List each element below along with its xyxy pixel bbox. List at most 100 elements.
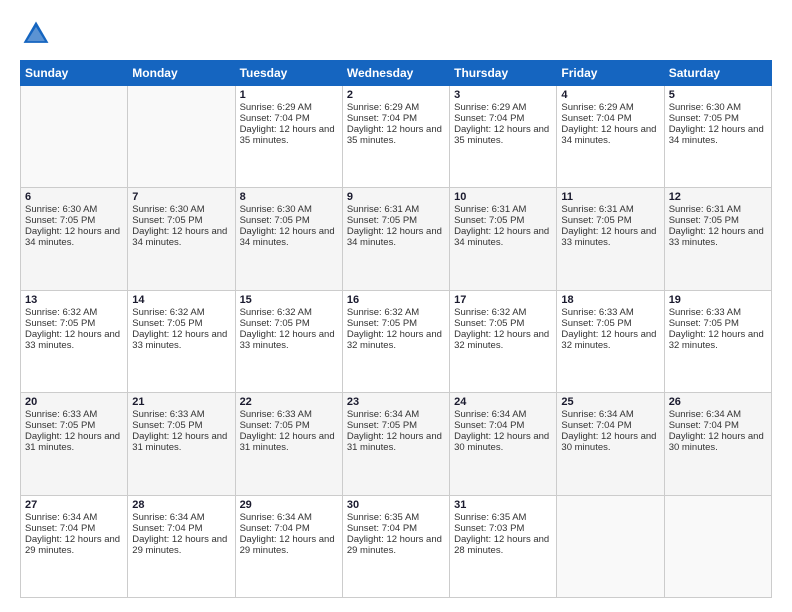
daylight-text: Daylight: 12 hours and 32 minutes.: [669, 329, 767, 351]
sunrise-text: Sunrise: 6:30 AM: [669, 102, 767, 113]
day-number: 29: [240, 499, 338, 511]
sunset-text: Sunset: 7:04 PM: [454, 420, 552, 431]
sunset-text: Sunset: 7:05 PM: [240, 215, 338, 226]
week-row: 6Sunrise: 6:30 AMSunset: 7:05 PMDaylight…: [21, 188, 772, 290]
sunset-text: Sunset: 7:05 PM: [561, 318, 659, 329]
day-number: 30: [347, 499, 445, 511]
calendar-cell: 5Sunrise: 6:30 AMSunset: 7:05 PMDaylight…: [664, 86, 771, 188]
day-number: 12: [669, 191, 767, 203]
day-number: 7: [132, 191, 230, 203]
header: [20, 18, 772, 50]
daylight-text: Daylight: 12 hours and 35 minutes.: [454, 124, 552, 146]
calendar-cell: 21Sunrise: 6:33 AMSunset: 7:05 PMDayligh…: [128, 393, 235, 495]
daylight-text: Daylight: 12 hours and 33 minutes.: [561, 226, 659, 248]
sunrise-text: Sunrise: 6:33 AM: [561, 307, 659, 318]
day-number: 4: [561, 89, 659, 101]
sunset-text: Sunset: 7:05 PM: [347, 215, 445, 226]
calendar-cell: 9Sunrise: 6:31 AMSunset: 7:05 PMDaylight…: [342, 188, 449, 290]
daylight-text: Daylight: 12 hours and 30 minutes.: [669, 431, 767, 453]
header-day: Friday: [557, 61, 664, 86]
calendar-cell: 8Sunrise: 6:30 AMSunset: 7:05 PMDaylight…: [235, 188, 342, 290]
calendar-cell: 27Sunrise: 6:34 AMSunset: 7:04 PMDayligh…: [21, 495, 128, 597]
calendar-cell: 19Sunrise: 6:33 AMSunset: 7:05 PMDayligh…: [664, 290, 771, 392]
sunset-text: Sunset: 7:05 PM: [454, 318, 552, 329]
day-number: 10: [454, 191, 552, 203]
calendar-cell: 28Sunrise: 6:34 AMSunset: 7:04 PMDayligh…: [128, 495, 235, 597]
week-row: 20Sunrise: 6:33 AMSunset: 7:05 PMDayligh…: [21, 393, 772, 495]
sunrise-text: Sunrise: 6:34 AM: [454, 409, 552, 420]
day-number: 6: [25, 191, 123, 203]
week-row: 13Sunrise: 6:32 AMSunset: 7:05 PMDayligh…: [21, 290, 772, 392]
daylight-text: Daylight: 12 hours and 30 minutes.: [454, 431, 552, 453]
calendar-cell: 3Sunrise: 6:29 AMSunset: 7:04 PMDaylight…: [450, 86, 557, 188]
sunrise-text: Sunrise: 6:33 AM: [132, 409, 230, 420]
sunrise-text: Sunrise: 6:32 AM: [454, 307, 552, 318]
sunrise-text: Sunrise: 6:29 AM: [454, 102, 552, 113]
sunrise-text: Sunrise: 6:34 AM: [25, 512, 123, 523]
sunrise-text: Sunrise: 6:32 AM: [132, 307, 230, 318]
sunrise-text: Sunrise: 6:33 AM: [240, 409, 338, 420]
calendar-cell: 13Sunrise: 6:32 AMSunset: 7:05 PMDayligh…: [21, 290, 128, 392]
calendar-cell: 26Sunrise: 6:34 AMSunset: 7:04 PMDayligh…: [664, 393, 771, 495]
day-number: 11: [561, 191, 659, 203]
sunrise-text: Sunrise: 6:34 AM: [669, 409, 767, 420]
header-day: Saturday: [664, 61, 771, 86]
day-number: 1: [240, 89, 338, 101]
sunrise-text: Sunrise: 6:31 AM: [454, 204, 552, 215]
sunset-text: Sunset: 7:03 PM: [454, 523, 552, 534]
day-number: 27: [25, 499, 123, 511]
header-day: Wednesday: [342, 61, 449, 86]
day-number: 3: [454, 89, 552, 101]
day-number: 13: [25, 294, 123, 306]
sunset-text: Sunset: 7:04 PM: [132, 523, 230, 534]
daylight-text: Daylight: 12 hours and 30 minutes.: [561, 431, 659, 453]
sunrise-text: Sunrise: 6:33 AM: [25, 409, 123, 420]
daylight-text: Daylight: 12 hours and 29 minutes.: [132, 534, 230, 556]
daylight-text: Daylight: 12 hours and 34 minutes.: [132, 226, 230, 248]
daylight-text: Daylight: 12 hours and 34 minutes.: [561, 124, 659, 146]
calendar-cell: 23Sunrise: 6:34 AMSunset: 7:05 PMDayligh…: [342, 393, 449, 495]
sunset-text: Sunset: 7:04 PM: [561, 113, 659, 124]
day-number: 14: [132, 294, 230, 306]
calendar-cell: 14Sunrise: 6:32 AMSunset: 7:05 PMDayligh…: [128, 290, 235, 392]
sunset-text: Sunset: 7:05 PM: [347, 318, 445, 329]
sunset-text: Sunset: 7:05 PM: [454, 215, 552, 226]
day-number: 8: [240, 191, 338, 203]
sunset-text: Sunset: 7:05 PM: [240, 420, 338, 431]
calendar-cell: 29Sunrise: 6:34 AMSunset: 7:04 PMDayligh…: [235, 495, 342, 597]
calendar-cell: 25Sunrise: 6:34 AMSunset: 7:04 PMDayligh…: [557, 393, 664, 495]
sunset-text: Sunset: 7:04 PM: [669, 420, 767, 431]
calendar-cell: 20Sunrise: 6:33 AMSunset: 7:05 PMDayligh…: [21, 393, 128, 495]
logo-icon: [20, 18, 52, 50]
sunset-text: Sunset: 7:05 PM: [132, 318, 230, 329]
daylight-text: Daylight: 12 hours and 35 minutes.: [347, 124, 445, 146]
daylight-text: Daylight: 12 hours and 34 minutes.: [454, 226, 552, 248]
daylight-text: Daylight: 12 hours and 34 minutes.: [25, 226, 123, 248]
sunrise-text: Sunrise: 6:29 AM: [561, 102, 659, 113]
day-number: 20: [25, 396, 123, 408]
daylight-text: Daylight: 12 hours and 34 minutes.: [240, 226, 338, 248]
daylight-text: Daylight: 12 hours and 33 minutes.: [240, 329, 338, 351]
header-day: Thursday: [450, 61, 557, 86]
daylight-text: Daylight: 12 hours and 31 minutes.: [240, 431, 338, 453]
sunrise-text: Sunrise: 6:30 AM: [25, 204, 123, 215]
sunset-text: Sunset: 7:05 PM: [669, 215, 767, 226]
header-day: Monday: [128, 61, 235, 86]
sunrise-text: Sunrise: 6:30 AM: [132, 204, 230, 215]
week-row: 1Sunrise: 6:29 AMSunset: 7:04 PMDaylight…: [21, 86, 772, 188]
sunrise-text: Sunrise: 6:29 AM: [240, 102, 338, 113]
daylight-text: Daylight: 12 hours and 33 minutes.: [25, 329, 123, 351]
sunset-text: Sunset: 7:04 PM: [240, 113, 338, 124]
daylight-text: Daylight: 12 hours and 31 minutes.: [132, 431, 230, 453]
day-number: 28: [132, 499, 230, 511]
calendar-cell: 6Sunrise: 6:30 AMSunset: 7:05 PMDaylight…: [21, 188, 128, 290]
sunset-text: Sunset: 7:05 PM: [25, 318, 123, 329]
calendar-cell: 1Sunrise: 6:29 AMSunset: 7:04 PMDaylight…: [235, 86, 342, 188]
daylight-text: Daylight: 12 hours and 32 minutes.: [347, 329, 445, 351]
calendar-cell: 4Sunrise: 6:29 AMSunset: 7:04 PMDaylight…: [557, 86, 664, 188]
sunrise-text: Sunrise: 6:32 AM: [347, 307, 445, 318]
calendar-cell: 24Sunrise: 6:34 AMSunset: 7:04 PMDayligh…: [450, 393, 557, 495]
daylight-text: Daylight: 12 hours and 32 minutes.: [561, 329, 659, 351]
day-number: 15: [240, 294, 338, 306]
sunrise-text: Sunrise: 6:29 AM: [347, 102, 445, 113]
